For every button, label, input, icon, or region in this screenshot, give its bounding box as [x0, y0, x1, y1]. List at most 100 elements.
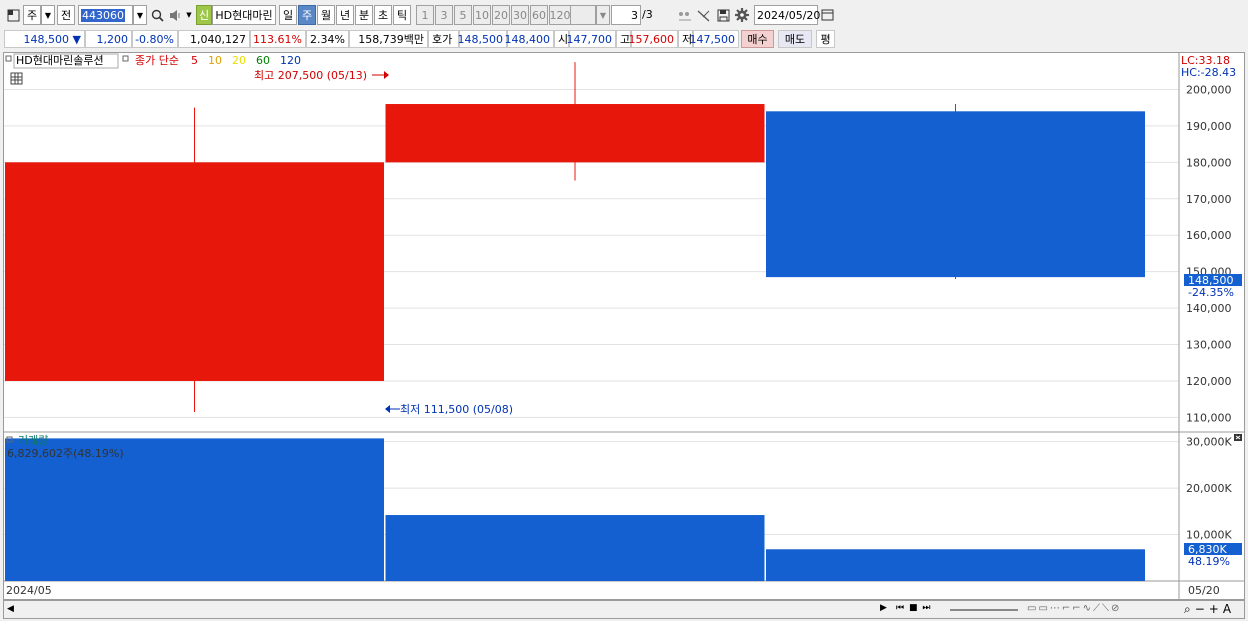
period-tab-0[interactable]: 일 [279, 5, 297, 25]
volume-tick-label: 30,000K [1186, 436, 1232, 449]
change-percent: -0.80% [132, 30, 178, 48]
calendar-icon[interactable] [818, 5, 836, 25]
legend-label: 종가 단순 [135, 54, 179, 67]
ma-legend-60: 60 [256, 54, 270, 67]
prev-button[interactable]: 전 [57, 5, 75, 25]
scroll-right-icon[interactable]: ▶ [880, 603, 887, 613]
date-input[interactable]: 2024/05/20 [754, 5, 820, 25]
period-tab-2[interactable]: 월 [317, 5, 335, 25]
fast-forward-icon[interactable]: ⏭ [922, 603, 931, 613]
interval-tab-20[interactable]: 20 [492, 5, 510, 25]
zoom-search-icon[interactable]: ⌕ [1184, 602, 1195, 616]
volume-value: 1,040,127 [178, 30, 250, 48]
open-price: 147,700 [567, 30, 616, 48]
scroll-track[interactable] [22, 604, 880, 615]
hc-label: HC:-28.43 [1181, 66, 1236, 79]
draw-tool-icon[interactable] [695, 5, 713, 25]
window-menu-icon[interactable] [4, 5, 22, 25]
new-badge: 신 [196, 5, 212, 25]
bid-label: 호가 [428, 30, 459, 48]
mode-select[interactable]: 주 [23, 5, 41, 25]
panel-close-icon [1234, 434, 1242, 441]
chart-scrollbar[interactable]: ◀ ▶ ⏮ ■ ⏭ ▭▭⋯⌐⌐∿⟋⟍⊘ ⌕−+A [3, 600, 1245, 619]
volume-ratio: 113.61% [250, 30, 306, 48]
candle-body [766, 111, 1145, 278]
volume-bar [766, 549, 1145, 581]
y-tick-label: 170,000 [1186, 193, 1232, 206]
zoom-slider[interactable] [950, 609, 1018, 611]
change-value: 1,200 [85, 30, 132, 48]
zoom-in-icon[interactable]: + [1209, 602, 1223, 616]
ma-legend-20: 20 [232, 54, 246, 67]
max-annotation: 최고 207,500 (05/13) [254, 69, 367, 82]
interval-tab-10[interactable]: 10 [473, 5, 491, 25]
code-value: 443060 [81, 8, 125, 22]
legend-marker-icon [122, 55, 129, 62]
rewind-icon[interactable]: ⏮ [896, 603, 905, 613]
page-total: /3 [642, 8, 653, 21]
period-tab-6[interactable]: 틱 [393, 5, 411, 25]
current-price: 148,500 ▼ [4, 30, 85, 48]
interval-select[interactable] [570, 5, 596, 25]
candle-body [385, 104, 765, 163]
title-marker-icon [5, 55, 12, 62]
ma-legend-5: 5 [191, 54, 198, 67]
sell-button[interactable]: 매도 [778, 30, 812, 48]
interval-tab-60[interactable]: 60 [530, 5, 548, 25]
turnover-rate: 2.34% [306, 30, 349, 48]
price-tag-percent: -24.35% [1188, 286, 1234, 299]
interval-tab-3[interactable]: 3 [435, 5, 453, 25]
volume-tick-label: 10,000K [1186, 529, 1232, 542]
chart-tool-icons[interactable]: ▭▭⋯⌐⌐∿⟋⟍⊘ [1027, 603, 1121, 614]
candlestick-chart[interactable]: 110,000120,000130,000140,000150,000160,0… [4, 53, 1244, 599]
min-arrow-icon [385, 405, 400, 413]
volume-bar [385, 515, 765, 581]
period-tab-1[interactable]: 주 [298, 5, 316, 25]
compare-icon[interactable] [676, 5, 694, 25]
interval-tab-30[interactable]: 30 [511, 5, 529, 25]
mode-dropdown-icon[interactable]: ▼ [41, 5, 55, 25]
volume-readout: 6,829,602주(48.19%) [7, 447, 124, 460]
volume-tag-percent: 48.19% [1188, 555, 1230, 568]
scroll-left-icon[interactable]: ◀ [7, 604, 14, 614]
y-tick-label: 160,000 [1186, 229, 1232, 242]
playback-controls[interactable]: ⏮ ■ ⏭ [896, 603, 931, 613]
settings-gear-icon[interactable] [733, 5, 751, 25]
quote-bar: 148,500 ▼ 1,200 -0.80% 1,040,127 113.61%… [0, 28, 1248, 50]
min-annotation: 최저 111,500 (05/08) [400, 403, 513, 416]
speaker-icon[interactable] [167, 5, 185, 25]
y-tick-label: 140,000 [1186, 302, 1232, 315]
period-tab-4[interactable]: 분 [355, 5, 373, 25]
volume-tick-label: 20,000K [1186, 482, 1232, 495]
search-icon[interactable] [148, 5, 166, 25]
speaker-dropdown-icon[interactable]: ▼ [184, 5, 194, 25]
interval-tab-1[interactable]: 1 [416, 5, 434, 25]
buy-button[interactable]: 매수 [741, 30, 774, 48]
interval-tab-5[interactable]: 5 [454, 5, 472, 25]
y-tick-label: 120,000 [1186, 375, 1232, 388]
save-icon[interactable] [714, 5, 732, 25]
code-dropdown-icon[interactable]: ▼ [133, 5, 147, 25]
zoom-controls[interactable]: ⌕−+A [1184, 602, 1235, 617]
font-size-icon[interactable]: A [1223, 602, 1235, 616]
eval-button[interactable]: 평 [816, 30, 835, 48]
bid-price: 148,400 [505, 30, 554, 48]
interval-dropdown-icon[interactable]: ▼ [596, 5, 610, 25]
zoom-out-icon[interactable]: − [1195, 602, 1209, 616]
volume-title: 거래량 [18, 434, 48, 447]
candle-body [5, 162, 384, 381]
y-tick-label: 110,000 [1186, 411, 1232, 424]
y-tick-label: 180,000 [1186, 156, 1232, 169]
code-input[interactable]: 443060 [78, 5, 133, 25]
y-tick-label: 200,000 [1186, 83, 1232, 96]
x-start-label: 2024/05 [6, 584, 52, 597]
page-input[interactable]: 3 [611, 5, 641, 25]
stock-name: HD현대마린 [212, 5, 276, 25]
period-tab-5[interactable]: 초 [374, 5, 392, 25]
x-end-label: 05/20 [1188, 584, 1220, 597]
table-icon [10, 72, 23, 85]
stop-icon[interactable]: ■ [909, 603, 919, 613]
chart-panel: 110,000 120,000 130,000 140,000 150,000 160,0… [3, 52, 1245, 600]
period-tab-3[interactable]: 년 [336, 5, 354, 25]
interval-tab-120[interactable]: 120 [549, 5, 571, 25]
